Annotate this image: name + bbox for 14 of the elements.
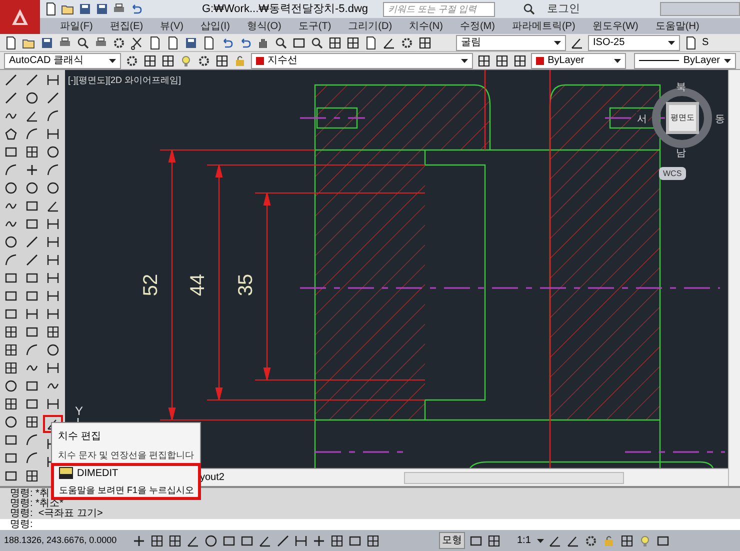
tooltip-command: DIMEDIT — [77, 466, 118, 480]
tooltip-description: 치수 문자 및 연장선을 편집합니다 — [58, 449, 196, 462]
window-title: G:₩Work...₩동력전달장치-5.dwg — [202, 2, 368, 17]
dimension-text: 52 — [140, 274, 162, 296]
tooltip-title: 치수 편집 — [58, 430, 102, 444]
dimension-text: 44 — [187, 274, 209, 296]
command-history-line: 명령: *취소* — [10, 499, 64, 509]
command-history-line: 명령: *취 — [10, 489, 50, 499]
coordinate-readout: 188.1326, 243.6676, 0.0000 — [4, 534, 118, 547]
toolbar-label: S — [702, 36, 709, 50]
tooltip-help-hint: 도움말을 보려면 F1을 누르십시오 — [59, 484, 193, 496]
ucs-axis-label: Y — [75, 404, 84, 418]
command-history-line: 명령: <극좌표 끄기> — [10, 509, 103, 519]
dimension-text: 35 — [235, 274, 257, 296]
